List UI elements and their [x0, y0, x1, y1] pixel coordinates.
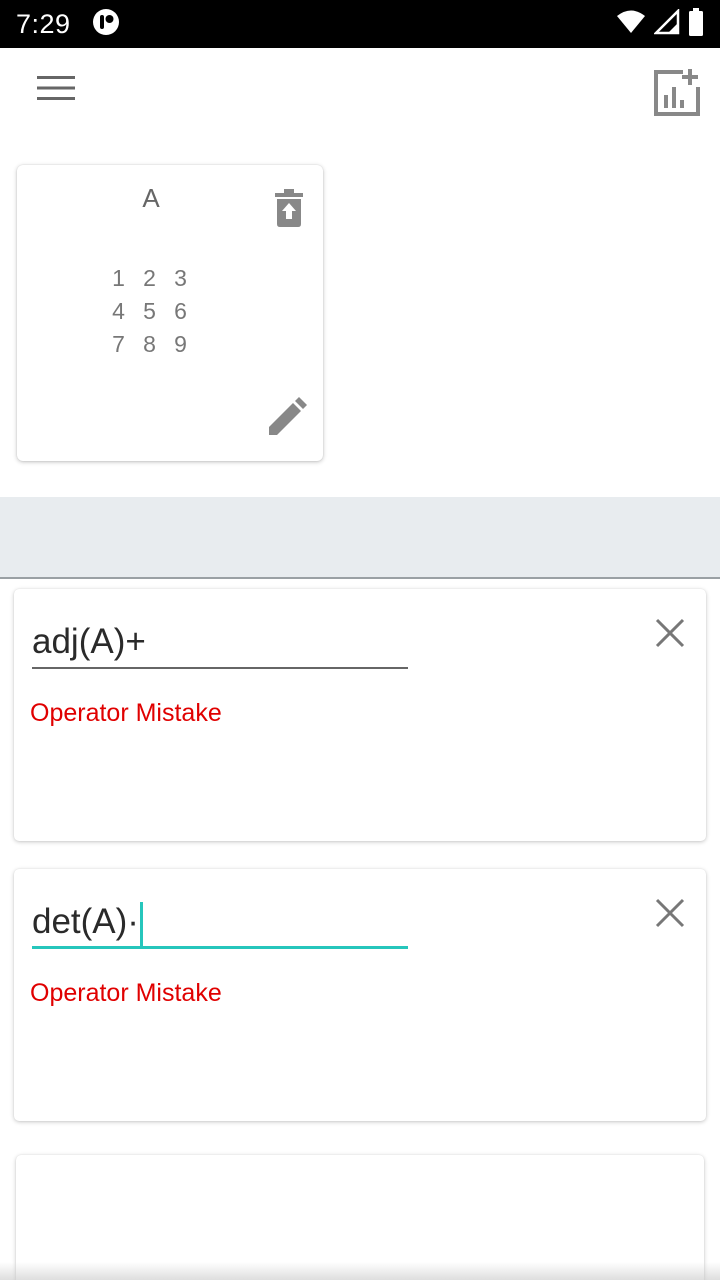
matrix-cell: 9 — [174, 331, 187, 357]
add-chart-icon[interactable] — [644, 60, 708, 124]
section-divider — [0, 497, 720, 579]
matrix-cell: 7 — [112, 331, 125, 357]
battery-icon — [688, 7, 704, 41]
matrix-name: A — [142, 183, 160, 213]
close-icon[interactable] — [650, 893, 690, 933]
delete-icon[interactable] — [269, 187, 309, 229]
app-notification-icon — [91, 7, 121, 42]
hamburger-menu-icon[interactable] — [26, 66, 86, 110]
matrix-cell: 8 — [143, 331, 156, 357]
expression-input[interactable]: adj(A)+ — [32, 619, 408, 669]
expression-card: adj(A)+ Operator Mistake — [14, 589, 706, 841]
expression-text: det(A)· — [32, 902, 139, 941]
matrix-cell: 5 — [143, 298, 156, 324]
expression-input[interactable]: det(A)· — [32, 899, 408, 949]
matrix-cell: 4 — [112, 298, 125, 324]
app-bar — [0, 48, 720, 132]
matrix-cell: 1 — [112, 265, 125, 291]
error-message: Operator Mistake — [30, 979, 222, 1007]
cell-signal-icon — [652, 7, 680, 40]
matrix-cell: 3 — [174, 265, 187, 291]
scroll-fade — [0, 1262, 720, 1280]
edit-pencil-icon[interactable] — [265, 395, 309, 439]
status-bar: 7:29 — [0, 0, 720, 48]
expression-card: det(A)· Operator Mistake — [14, 869, 706, 1121]
matrix-values: 1 2 3 4 5 6 7 8 9 — [103, 265, 196, 357]
text-cursor — [139, 901, 143, 946]
matrix-cell: 6 — [174, 298, 187, 324]
wifi-icon — [616, 9, 646, 40]
expression-text: adj(A)+ — [32, 622, 146, 661]
status-time: 7:29 — [16, 8, 71, 39]
matrix-card[interactable]: A 1 2 3 4 5 6 7 8 9 — [17, 165, 323, 461]
close-icon[interactable] — [650, 613, 690, 653]
matrix-cell: 2 — [143, 265, 156, 291]
error-message: Operator Mistake — [30, 699, 222, 727]
